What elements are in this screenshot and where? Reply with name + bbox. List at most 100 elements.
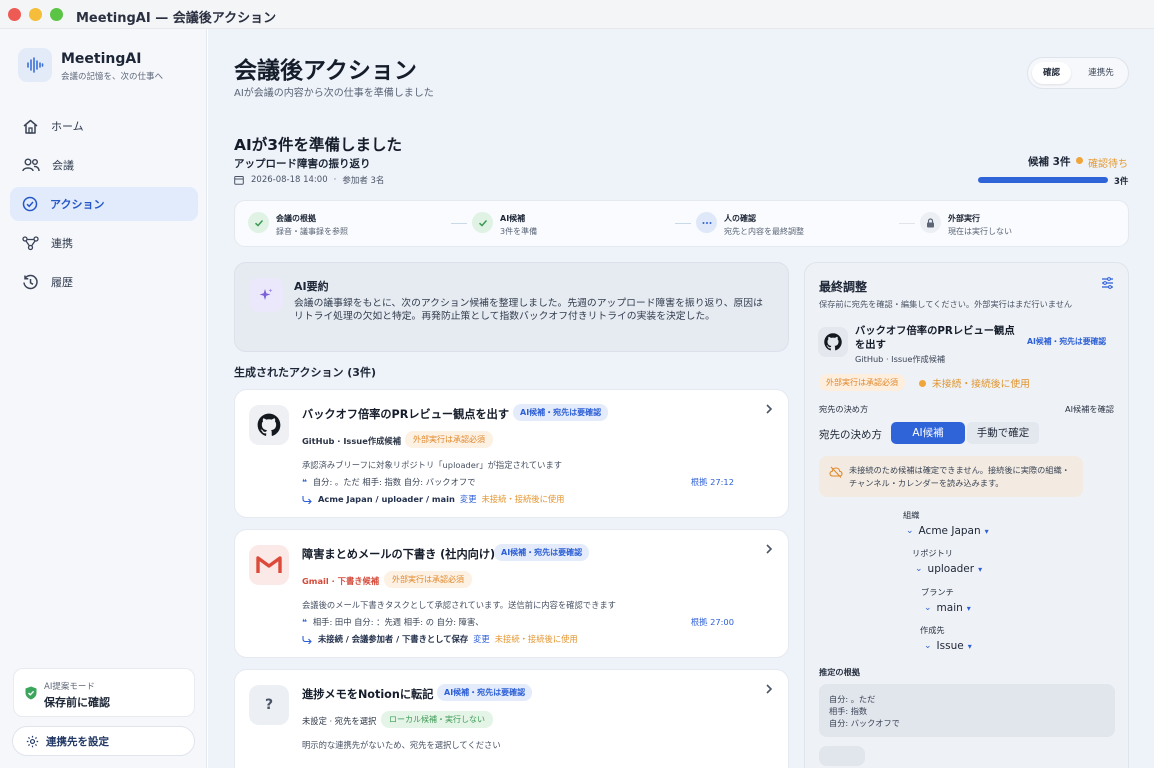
action-card[interactable]: バックオフ倍率のPRレビュー観点を出す AI候補・宛先は要確認 GitHub ·… [234,389,789,518]
question-mark-icon: ? [249,685,289,725]
evidence-timestamp-link[interactable]: 根拠 27:12 [691,476,734,488]
chevron-down-icon: ⌄ [906,526,914,536]
sidebar: MeetingAI 会議の記憶を、次の仕事へ ホーム 会議 アクション 連携 履… [0,29,207,768]
action-source: Gmail · 下書き候補 [302,576,380,586]
chevron-right-icon[interactable] [762,542,776,556]
sidebar-item-label: 会議 [52,159,74,172]
progress-bar [978,177,1108,183]
gear-icon [26,735,39,747]
waveform-icon [27,57,44,73]
organization-value: Acme Japan [918,525,981,537]
approval-required-badge: 外部実行は承認必須 [405,431,493,448]
unconnected-label: 未接続・接続後に使用 [932,379,1030,390]
panel-subtitle: 保存前に宛先を確認・編集してください。外部実行はまだ行いません [819,299,1073,309]
sliders-icon[interactable] [1101,277,1114,289]
brand-logo [18,48,52,82]
candidate-count: 候補 3件 [1028,156,1071,168]
chevron-down-icon: ▾ [966,603,971,613]
change-destination-link[interactable]: 変更 [473,633,490,645]
action-description: 承認済みブリーフに対象リポジトリ「uploader」が指定されています [302,460,563,470]
action-quote: ❝ 自分: 。ただ 相手: 指数 自分: バックオフで [302,476,476,488]
ai-candidate-badge: AI候補・宛先は要確認 [1027,337,1107,346]
step-title: 会議の根拠 [276,214,316,223]
step-done-icon [248,212,269,233]
action-description: 明示的な連携先がないため、宛先を選択してください [302,740,501,750]
configure-integrations-button[interactable]: 連携先を設定 [12,726,195,756]
sidebar-item-home[interactable]: ホーム [10,109,198,143]
workflow-steps: 会議の根拠 録音・議事録を参照 AI候補 3件を準備 人の確認 宛先と内容を最終… [234,200,1129,247]
brand-name: MeetingAI [61,51,142,67]
chevron-down-icon: ▾ [984,526,989,536]
ai-candidate-badge: AI候補・宛先は要確認 [513,404,609,421]
destination-method-tabs: 宛先の決め方 AI候補 手動で確定 [819,422,1119,446]
unconnected-status: 未接続・接続後に使用 [919,376,1030,390]
sparkle-icon [249,278,283,312]
selected-action-source: GitHub · Issue作成候補 [855,354,946,364]
destination-method-note: AI候補を確認 [1065,404,1114,414]
ai-candidate-badge: AI候補・宛先は要確認 [437,684,533,701]
ai-summary-body: 会議の議事録をもとに、次のアクション候補を整理しました。先週のアップロード障害を… [294,298,763,323]
sidebar-item-history[interactable]: 履歴 [10,265,198,299]
mode-value: 保存前に確認 [44,696,110,709]
basis-line: 自分: 。ただ [829,694,876,704]
selected-action-title: バックオフ倍率のPRレビュー観点を出す [855,325,1015,351]
configure-integrations-label: 連携先を設定 [46,735,109,748]
step-title: 人の確認 [724,214,756,223]
sidebar-item-meetings[interactable]: 会議 [10,148,198,182]
organization-select[interactable]: ⌄ Acme Japan ▾ [906,525,989,537]
chevron-right-icon[interactable] [762,402,776,416]
local-candidate-badge: ローカル候補・実行しない [381,711,493,728]
sidebar-item-label: 履歴 [51,276,73,289]
minimize-window-button[interactable] [29,8,42,21]
evidence-timestamp-link[interactable]: 根拠 27:00 [691,616,734,628]
shield-check-icon [25,686,37,700]
warning-dot [919,379,926,387]
chevron-right-icon[interactable] [762,682,776,696]
step-title: AI候補 [500,214,526,223]
ai-mode-card[interactable]: AI提案モード 保存前に確認 [13,668,195,717]
generated-actions-title: 生成されたアクション (3件) [234,366,376,379]
step-subtitle: 録音・議事録を参照 [276,227,348,236]
sidebar-item-label: アクション [50,198,105,211]
basis-title: 推定の根拠 [819,667,860,677]
prepared-title: AIが3件を準備しました [234,136,403,154]
forward-arrow-icon [302,495,312,504]
repository-select[interactable]: ⌄ uploader ▾ [915,563,982,575]
branch-select[interactable]: ⌄ main ▾ [924,602,971,614]
tab-ai-candidate[interactable]: AI候補 [891,422,965,444]
quote-text: 相手: 田中 自分: ：先週 相手: の 自分: 障害、 [312,617,484,627]
chevron-down-icon: ▾ [978,564,983,574]
zoom-window-button[interactable] [50,8,63,21]
view-segmented-control: 確認 連携先 [1027,57,1129,89]
tab-destinations[interactable]: 連携先 [1080,62,1122,84]
destination-path: 未接続 / 会議参加者 / 下書きとして保存 [318,634,469,644]
target-select[interactable]: ⌄ Issue ▾ [924,640,972,652]
tab-review[interactable]: 確認 [1032,62,1071,84]
step-subtitle: 現在は実行しない [948,227,1012,236]
action-destination: Acme Japan / uploader / main 変更 未接続・接続後に… [302,493,564,505]
final-adjustment-panel: 最終調整 保存前に宛先を確認・編集してください。外部実行はまだ行いません バック… [804,262,1129,768]
step-current-icon [696,212,717,233]
tab-manual[interactable]: 手動で確定 [967,422,1039,444]
quote-icon: ❝ [302,477,307,487]
sidebar-item-integrations[interactable]: 連携 [10,226,198,260]
basis-box: 自分: 。ただ 相手: 指数 自分: バックオフで [819,684,1115,737]
window-title: MeetingAI — 会議後アクション [76,11,277,26]
action-card[interactable]: ? 進捗メモをNotionに転記 AI候補・宛先は要確認 未設定 · 宛先を選択… [234,669,789,768]
tree-label-organization: 組織 [903,510,920,520]
target-value: Issue [936,640,964,652]
action-card[interactable]: 障害まとめメールの下書き (社内向け) AI候補・宛先は要確認 Gmail · … [234,529,789,658]
sidebar-item-actions[interactable]: アクション [10,187,198,221]
close-window-button[interactable] [8,8,21,21]
tabs-label: 宛先の決め方 [819,429,882,441]
chevron-down-icon: ⌄ [924,641,932,651]
home-icon [23,119,38,134]
meta-separator: · [333,175,337,185]
calendar-icon [234,176,244,185]
change-destination-link[interactable]: 変更 [460,493,477,505]
progress-label: 3件 [1114,177,1129,187]
action-source: 未設定 · 宛先を選択 [302,716,377,726]
chevron-down-icon: ⌄ [915,564,923,574]
chevron-down-icon: ▾ [967,641,972,651]
action-title: 進捗メモをNotionに転記 [302,688,434,701]
